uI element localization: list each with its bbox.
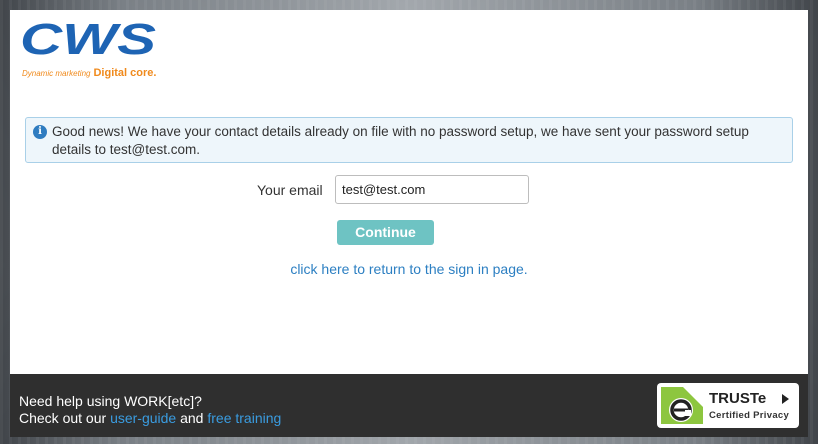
truste-name: TRUSTe bbox=[709, 390, 767, 407]
truste-arrow-icon bbox=[782, 394, 789, 404]
footer-prefix: Check out our bbox=[19, 410, 111, 426]
continue-button[interactable]: Continue bbox=[337, 220, 434, 245]
signin-card: CWS Dynamic marketing Digital core. i Goo… bbox=[10, 10, 808, 374]
truste-subtitle: Certified Privacy bbox=[709, 410, 790, 421]
truste-badge[interactable]: TRUSTe Certified Privacy bbox=[657, 383, 799, 428]
info-notice-text: Good news! We have your contact details … bbox=[52, 124, 749, 157]
email-input[interactable] bbox=[335, 175, 529, 204]
footer-links-line: Check out our user-guide and free traini… bbox=[19, 410, 281, 427]
user-guide-link[interactable]: user-guide bbox=[110, 410, 176, 426]
footer-and: and bbox=[176, 410, 208, 426]
info-icon: i bbox=[33, 125, 47, 139]
info-notice: i Good news! We have your contact detail… bbox=[25, 117, 793, 163]
logo-tagline-left: Dynamic marketing bbox=[22, 69, 91, 78]
logo-wordmark: CWS bbox=[20, 18, 156, 62]
logo-tagline-right: Digital core. bbox=[93, 67, 157, 79]
email-label: Your email bbox=[257, 182, 323, 198]
return-to-signin-link[interactable]: click here to return to the sign in page… bbox=[10, 261, 808, 277]
cws-logo-mark: CWS bbox=[20, 18, 156, 62]
cws-logo: CWS Dynamic marketing Digital core. bbox=[20, 18, 160, 82]
footer: Need help using WORK[etc]? Check out our… bbox=[10, 374, 808, 437]
footer-help-line: Need help using WORK[etc]? bbox=[19, 393, 202, 409]
email-row: Your email bbox=[10, 175, 808, 205]
logo-tagline: Dynamic marketing Digital core. bbox=[22, 63, 156, 81]
free-training-link[interactable]: free training bbox=[207, 410, 281, 426]
truste-seal-icon bbox=[661, 387, 703, 424]
footer-help-text: Need help using WORK[etc]? Check out our… bbox=[19, 393, 281, 427]
